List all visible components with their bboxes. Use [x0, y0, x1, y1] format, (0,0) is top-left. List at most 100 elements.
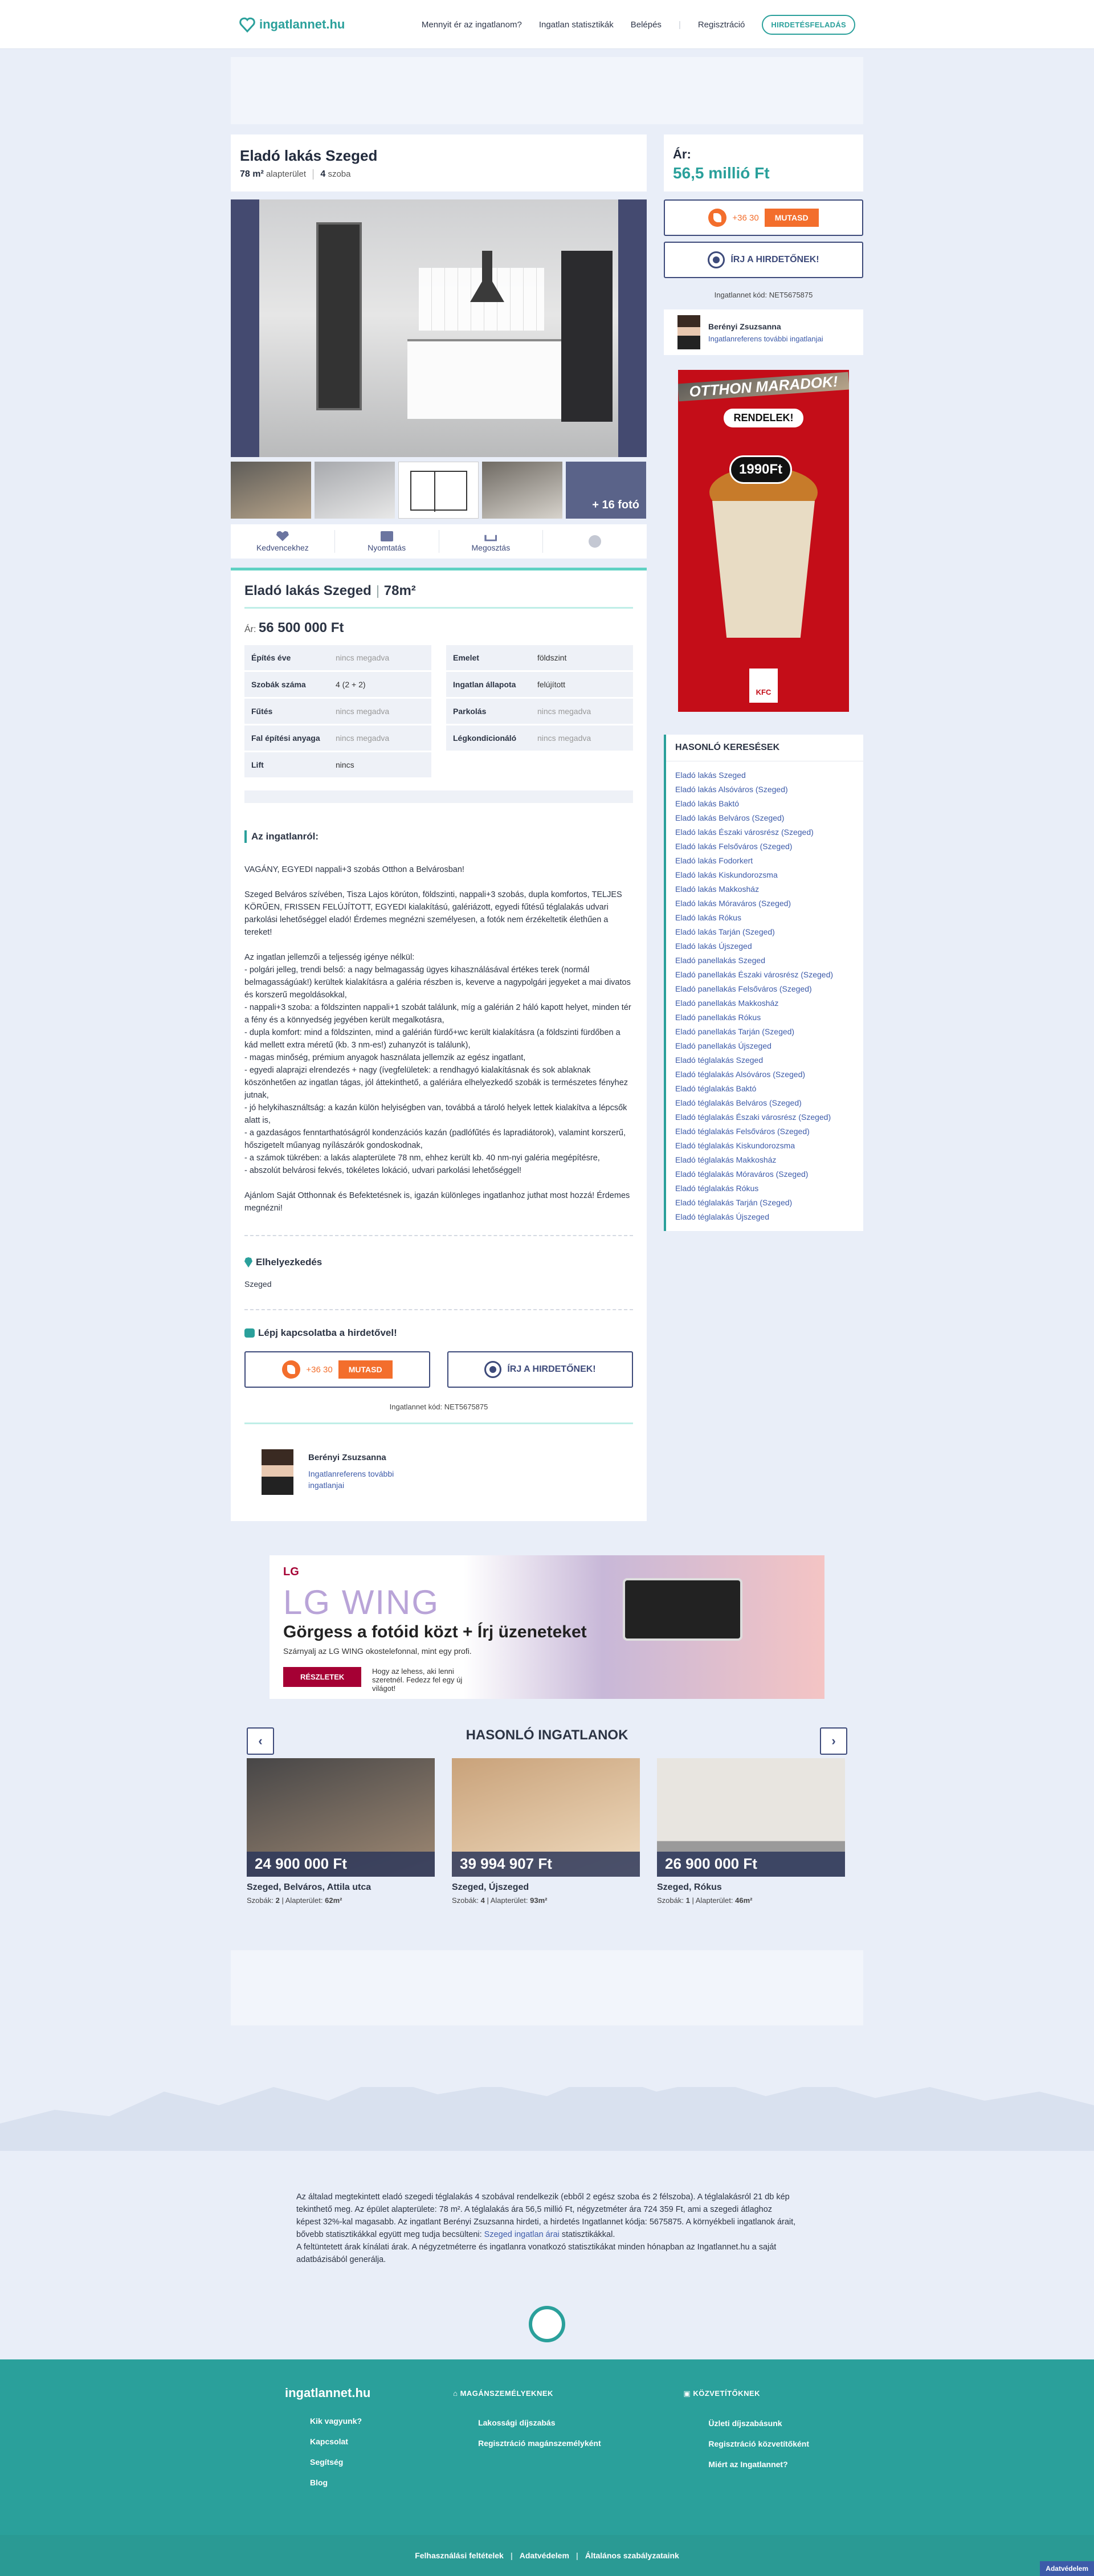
property-row: Fal építési anyaga nincs megadva [244, 725, 431, 751]
main-photo[interactable] [259, 199, 618, 457]
similar-search-link[interactable]: Eladó lakás Rókus [675, 911, 854, 925]
agent-listings-link[interactable]: Ingatlanreferens további ingatlanjai [708, 335, 823, 343]
similar-search-link[interactable]: Eladó lakás Északi városrész (Szeged) [675, 825, 854, 839]
bottom-ad-placeholder [231, 1950, 863, 2025]
report-button[interactable] [543, 530, 647, 553]
thumbnail[interactable] [315, 462, 395, 519]
sidebar-write-button[interactable]: ÍRJ A HIRDETŐNEK! [664, 242, 863, 278]
similar-search-link[interactable]: Eladó lakás Kiskundorozsma [675, 868, 854, 882]
similar-search-link[interactable]: Eladó panellakás Felsőváros (Szeged) [675, 982, 854, 996]
nav-register[interactable]: Regisztráció [698, 20, 745, 30]
similar-search-link[interactable]: Eladó lakás Belváros (Szeged) [675, 811, 854, 825]
similar-search-link[interactable]: Eladó téglalakás Makkosház [675, 1153, 854, 1167]
site-logo[interactable]: ingatlannet.hu [239, 16, 345, 33]
property-key: Építés éve [251, 653, 291, 662]
heart-icon [276, 531, 289, 541]
similar-search-link[interactable]: Eladó panellakás Tarján (Szeged) [675, 1025, 854, 1039]
similar-search-link[interactable]: Eladó lakás Szeged [675, 768, 854, 782]
dashed-divider [244, 1235, 633, 1236]
privacy-link[interactable]: Adatvédelem [520, 2551, 569, 2560]
rooms-value: 1 [685, 1896, 690, 1905]
share-button[interactable]: Megosztás [439, 530, 544, 553]
similar-search-link[interactable]: Eladó téglalakás Szeged [675, 1053, 854, 1067]
similar-search-link[interactable]: Eladó panellakás Makkosház [675, 996, 854, 1010]
footer-link[interactable]: Segítség [310, 2452, 370, 2472]
footer-link[interactable]: Kik vagyunk? [310, 2411, 370, 2431]
policies-link[interactable]: Általános szabályzataink [585, 2551, 679, 2560]
thumbnail[interactable] [231, 462, 311, 519]
write-label: ÍRJ A HIRDETŐNEK! [730, 255, 819, 264]
similar-search-link[interactable]: Eladó téglalakás Kiskundorozsma [675, 1139, 854, 1153]
similar-search-link[interactable]: Eladó panellakás Szeged [675, 953, 854, 968]
kfc-ad-banner[interactable]: OTTHON MARADOK! RENDELEK! 1990Ft KFC [678, 370, 849, 712]
footer-link[interactable]: Kapcsolat [310, 2431, 370, 2452]
property-value: 4 (2 + 2) [336, 680, 366, 689]
similar-search-link[interactable]: Eladó lakás Fodorkert [675, 854, 854, 868]
sidebar: Ár: 56,5 millió Ft +36 30 MUTASD ÍRJ A HI… [664, 134, 863, 1521]
rooms-label: Szobák: [452, 1896, 479, 1905]
similar-search-link[interactable]: Eladó téglalakás Rókus [675, 1181, 854, 1196]
thumbnail[interactable] [482, 462, 562, 519]
description-text: VAGÁNY, EGYEDI nappali+3 szobás Otthon a… [244, 865, 631, 1213]
sidebar-listing-code: Ingatlannet kód: NET5675875 [714, 291, 813, 299]
similar-search-link[interactable]: Eladó lakás Alsóváros (Szeged) [675, 782, 854, 797]
footer-link[interactable]: Regisztráció közvetítőként [708, 2434, 809, 2454]
similar-search-link[interactable]: Eladó lakás Móraváros (Szeged) [675, 896, 854, 911]
similar-search-link[interactable]: Eladó panellakás Rókus [675, 1010, 854, 1025]
similar-search-link[interactable]: Eladó panellakás Északi városrész (Szege… [675, 968, 854, 982]
post-ad-button[interactable]: HIRDETÉSFELADÁS [762, 14, 855, 35]
footer-heading-agents: ▣ KÖZVETÍTŐKNEK [683, 2389, 809, 2398]
carousel-prev-button[interactable]: ‹ [247, 1727, 274, 1755]
sidebar-show-phone-button[interactable]: +36 30 MUTASD [664, 199, 863, 236]
property-row: Építés éve nincs megadva [244, 645, 431, 670]
similar-search-link[interactable]: Eladó lakás Baktó [675, 797, 854, 811]
show-phone-button[interactable]: +36 30 MUTASD [244, 1351, 430, 1388]
footer-logo[interactable]: ingatlannet.hu [285, 2386, 370, 2400]
price-label: Ár: [673, 147, 691, 161]
favorite-button[interactable]: Kedvencekhez [231, 530, 335, 553]
lg-ad-banner[interactable]: LG LG WING Görgess a fotóid közt + Írj ü… [270, 1555, 824, 1699]
similar-search-link[interactable]: Eladó téglalakás Belváros (Szeged) [675, 1096, 854, 1110]
similar-search-link[interactable]: Eladó téglalakás Újszeged [675, 1210, 854, 1224]
similar-search-link[interactable]: Eladó lakás Felsőváros (Szeged) [675, 839, 854, 854]
similar-search-link[interactable]: Eladó lakás Makkosház [675, 882, 854, 896]
more-photos-thumbnail[interactable]: + 16 fotó [566, 462, 646, 519]
footer-link[interactable]: Regisztráció magánszemélyként [478, 2433, 601, 2453]
print-button[interactable]: Nyomtatás [335, 530, 439, 553]
carousel-next-button[interactable]: › [820, 1727, 847, 1755]
footer-link[interactable]: Lakossági díjszabás [478, 2412, 601, 2433]
footer-link[interactable]: Üzleti díjszabásunk [708, 2413, 809, 2434]
similar-search-link[interactable]: Eladó téglalakás Északi városrész (Szege… [675, 1110, 854, 1124]
property-card[interactable]: 26 900 000 Ft Szeged, Rókus Szobák: 1 | … [657, 1758, 845, 1905]
property-card[interactable]: 24 900 000 Ft Szeged, Belváros, Attila u… [247, 1758, 435, 1905]
listing-area: 78 m² [240, 169, 264, 179]
write-advertiser-button[interactable]: ÍRJ A HIRDETŐNEK! [447, 1351, 633, 1388]
similar-search-link[interactable]: Eladó lakás Tarján (Szeged) [675, 925, 854, 939]
similar-search-link[interactable]: Eladó téglalakás Felsőváros (Szeged) [675, 1124, 854, 1139]
terms-link[interactable]: Felhasználási feltételek [415, 2551, 504, 2560]
similar-search-link[interactable]: Eladó téglalakás Alsóváros (Szeged) [675, 1067, 854, 1082]
lg-details-button[interactable]: RÉSZLETEK [283, 1667, 362, 1687]
nav-valuation[interactable]: Mennyit ér az ingatlanom? [422, 20, 522, 30]
footer-separator: | [575, 2551, 578, 2560]
footer-link[interactable]: Miért az Ingatlannet? [708, 2454, 809, 2475]
city-prices-link[interactable]: Szeged ingatlan árai [484, 2230, 560, 2239]
similar-search-link[interactable]: Eladó téglalakás Baktó [675, 1082, 854, 1096]
photo-gallery-main[interactable] [231, 199, 647, 457]
similar-search-link[interactable]: Eladó téglalakás Tarján (Szeged) [675, 1196, 854, 1210]
nav-statistics[interactable]: Ingatlan statisztikák [539, 20, 614, 30]
lg-product: LG WING [283, 1583, 440, 1621]
similar-search-link[interactable]: Eladó panellakás Újszeged [675, 1039, 854, 1053]
agent-listings-link[interactable]: Ingatlanreferens további ingatlanjai [308, 1468, 411, 1491]
property-card[interactable]: 39 994 907 Ft Szeged, Újszeged Szobák: 4… [452, 1758, 640, 1905]
similar-search-link[interactable]: Eladó lakás Újszeged [675, 939, 854, 953]
message-icon [708, 251, 725, 268]
nav-login[interactable]: Belépés [631, 20, 662, 30]
similar-search-link[interactable]: Eladó téglalakás Móraváros (Szeged) [675, 1167, 854, 1181]
floorplan-thumbnail[interactable] [398, 462, 479, 519]
footer-link[interactable]: Blog [310, 2472, 370, 2493]
listing-rooms-label: szoba [328, 169, 351, 179]
privacy-settings-button[interactable]: Adatvédelem [1040, 2561, 1094, 2576]
property-card-price: 26 900 000 Ft [657, 1852, 845, 1877]
skyline-decoration [0, 2073, 1094, 2151]
